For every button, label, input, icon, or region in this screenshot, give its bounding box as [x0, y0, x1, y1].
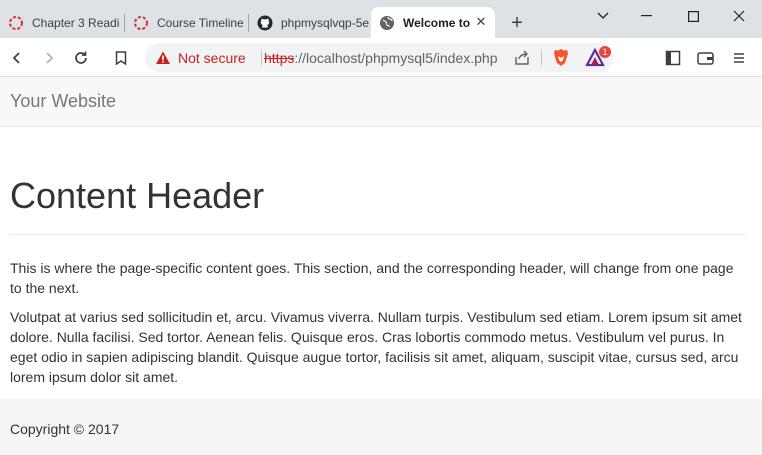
tab-label: Chapter 3 Readi: [32, 15, 120, 30]
forward-icon[interactable]: [38, 47, 60, 69]
rewards-badge: 1: [599, 46, 611, 58]
body-paragraph: Volutpat at varius sed sollicitudin et, …: [10, 309, 742, 385]
spinner-icon: [8, 15, 24, 31]
warning-icon: [155, 50, 171, 66]
site-navbar: Your Website: [0, 77, 762, 127]
tab-chapter-3[interactable]: Chapter 3 Readi: [0, 7, 124, 38]
bookmark-icon[interactable]: [110, 47, 132, 69]
tab-welcome-active[interactable]: Welcome to ✕: [371, 7, 495, 38]
tab-course-timeline[interactable]: Course Timeline: [125, 7, 248, 38]
minimize-icon[interactable]: [624, 3, 670, 29]
share-icon[interactable]: [513, 49, 531, 67]
browser-toolbar: Not secure https://localhost/phpmysql5/i…: [0, 38, 762, 77]
tab-strip: Chapter 3 Readi Course Timeline phpmysql…: [0, 0, 762, 38]
globe-icon: [379, 15, 395, 31]
intro-paragraph: This is where the page-specific content …: [10, 260, 734, 296]
spinner-icon: [133, 15, 149, 31]
omnibox-divider: [261, 50, 262, 66]
url-path: ://localhost/phpmysql5/index.php: [294, 50, 498, 66]
menu-icon[interactable]: [728, 47, 750, 69]
site-brand-link[interactable]: Your Website: [10, 91, 116, 112]
reload-icon[interactable]: [70, 47, 92, 69]
url-scheme: https: [264, 50, 295, 66]
tab-label: Course Timeline: [157, 15, 244, 30]
omnibox-divider: [541, 50, 542, 66]
not-secure-label[interactable]: Not secure: [178, 50, 246, 66]
tab-github[interactable]: phpmysqlvqp-5e: [249, 7, 369, 38]
chevron-down-icon[interactable]: [580, 3, 626, 29]
github-icon: [257, 15, 273, 31]
address-bar[interactable]: Not secure https://localhost/phpmysql5/i…: [145, 43, 613, 72]
site-footer: Copyright © 2017: [0, 399, 762, 455]
brave-shield-icon[interactable]: [552, 48, 570, 67]
url-text[interactable]: https://localhost/phpmysql5/index.php: [264, 50, 497, 66]
copyright-text: Copyright © 2017: [10, 421, 120, 437]
tab-label: phpmysqlvqp-5e: [281, 15, 369, 30]
back-icon[interactable]: [6, 47, 28, 69]
maximize-icon[interactable]: [670, 3, 716, 29]
title-divider: [10, 234, 747, 235]
page-title: Content Header: [10, 175, 265, 216]
close-window-icon[interactable]: [716, 3, 762, 29]
wallet-icon[interactable]: [694, 47, 716, 69]
tab-label: Welcome to: [403, 15, 471, 30]
new-tab-button[interactable]: +: [506, 12, 528, 34]
sidebar-icon[interactable]: [662, 47, 684, 69]
close-icon[interactable]: ✕: [473, 14, 489, 30]
